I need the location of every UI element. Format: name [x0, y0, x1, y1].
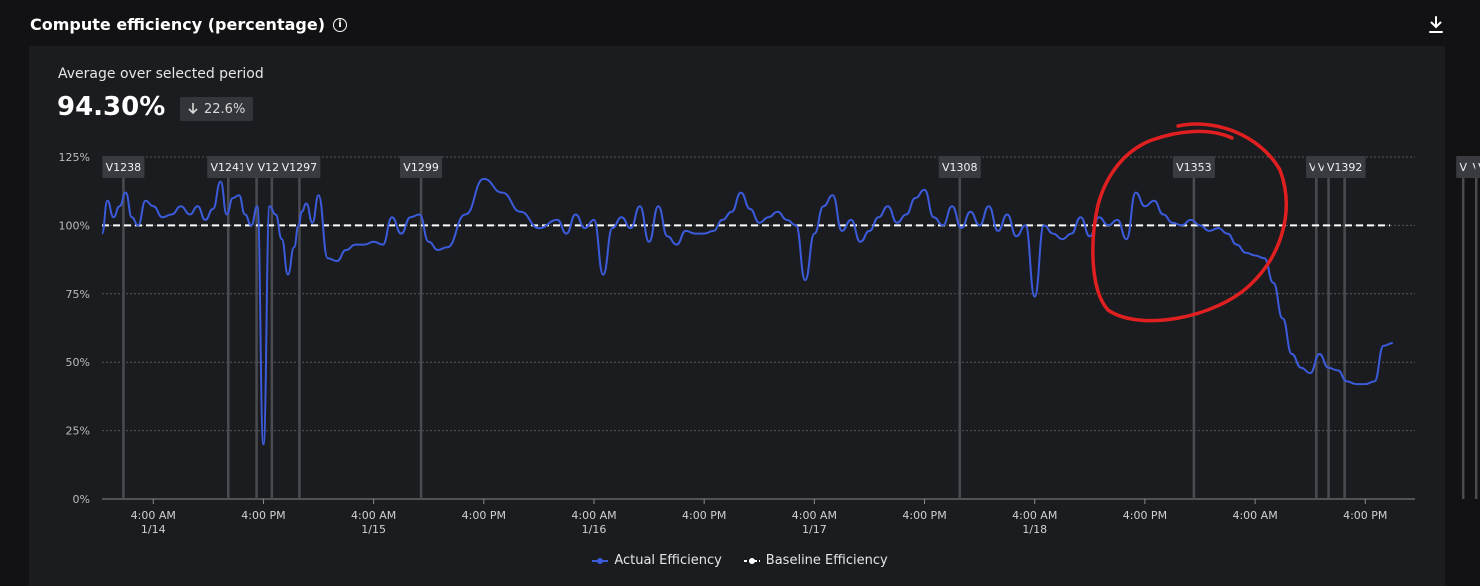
- legend-actual-label: Actual Efficiency: [614, 553, 722, 568]
- chart-legend: Actual Efficiency Baseline Efficiency: [0, 553, 1480, 568]
- x-tick-date-label: 1/17: [802, 523, 827, 536]
- legend-baseline-label: Baseline Efficiency: [765, 553, 888, 568]
- x-tick-date-label: 1/15: [361, 523, 386, 536]
- y-tick-label: 50%: [66, 356, 90, 369]
- release-marker-label: V1392: [1327, 161, 1363, 174]
- x-tick-date-label: 1/16: [582, 523, 607, 536]
- legend-item-baseline[interactable]: Baseline Efficiency: [743, 553, 888, 568]
- release-marker-label: V1241: [210, 161, 246, 174]
- legend-actual-swatch: [592, 557, 609, 564]
- release-marker-label: V1353: [1176, 161, 1212, 174]
- x-tick-date-label: 1/18: [1022, 523, 1047, 536]
- legend-item-actual[interactable]: Actual Efficiency: [592, 553, 722, 568]
- release-marker-label: V1297: [282, 161, 318, 174]
- release-marker-label: V: [1459, 161, 1467, 174]
- annotation-circle: [1091, 122, 1288, 323]
- x-tick-label: 4:00 PM: [1123, 509, 1167, 522]
- y-tick-label: 25%: [66, 425, 90, 438]
- efficiency-chart: 0%25%50%75%100%125%4:00 AM1/144:00 PM 4:0…: [59, 122, 1480, 536]
- release-marker-label: V1238: [106, 161, 142, 174]
- y-tick-label: 75%: [66, 288, 90, 301]
- x-tick-date-label: 1/14: [141, 523, 166, 536]
- release-marker-label: V1299: [403, 161, 439, 174]
- x-tick-label: 4:00 AM: [351, 509, 396, 522]
- x-tick-label: 4:00 PM: [682, 509, 726, 522]
- y-tick-label: 125%: [59, 151, 90, 164]
- x-tick-label: 4:00 AM: [1232, 509, 1277, 522]
- x-tick-label: 4:00 AM: [571, 509, 616, 522]
- y-tick-label: 0%: [73, 493, 90, 506]
- x-tick-label: 4:00 PM: [1343, 509, 1387, 522]
- x-tick-label: 4:00 AM: [131, 509, 176, 522]
- x-tick-label: 4:00 AM: [792, 509, 837, 522]
- x-tick-label: 4:00 PM: [462, 509, 506, 522]
- x-tick-label: 4:00 PM: [241, 509, 285, 522]
- x-tick-label: 4:00 AM: [1012, 509, 1057, 522]
- legend-baseline-swatch: [743, 557, 760, 564]
- release-marker-label: V1308: [942, 161, 978, 174]
- x-tick-label: 4:00 PM: [902, 509, 946, 522]
- y-tick-label: 100%: [59, 219, 90, 232]
